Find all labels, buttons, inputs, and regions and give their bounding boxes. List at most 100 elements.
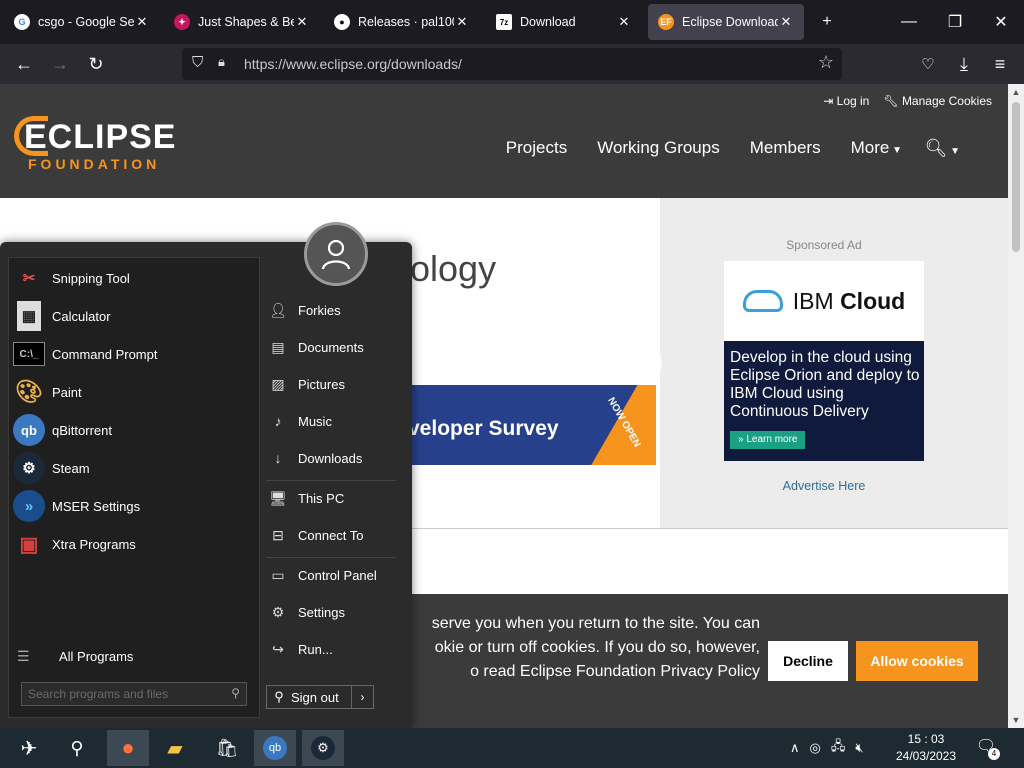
sign-out-button[interactable]: ⚲ Sign out › (266, 685, 374, 709)
main-nav: Projects Working Groups Members More ▼ (506, 138, 902, 158)
program-steam[interactable]: ⚙ Steam (13, 450, 253, 486)
chevron-up-icon[interactable]: ∧ (790, 740, 800, 756)
new-tab-button[interactable]: + (804, 0, 850, 44)
ibm-cloud-ad[interactable]: IBM Cloud Develop in the cloud using Ecl… (724, 261, 924, 461)
arrow-right-icon: → (51, 53, 69, 74)
all-programs-button[interactable]: ☰ All Programs (17, 648, 133, 665)
back-button[interactable]: ← (10, 50, 38, 78)
menu-button[interactable]: ≡ (986, 50, 1014, 78)
decline-cookies-button[interactable]: Decline (768, 641, 848, 681)
scroll-down-icon[interactable]: ▼ (1008, 712, 1024, 728)
manage-cookies-link[interactable]: 🔧︎ Manage Cookies (883, 94, 992, 108)
allow-cookies-button[interactable]: Allow cookies (856, 641, 978, 681)
taskbar-firefox[interactable]: ● (107, 730, 149, 766)
place-label: Music (298, 413, 332, 429)
notification-center-button[interactable]: 🗨︎ 4 (972, 736, 1000, 760)
taskbar-store[interactable]: 🛍︎ (206, 730, 248, 766)
program-xtra-programs[interactable]: ▣ Xtra Programs (13, 526, 253, 562)
program-qbittorrent[interactable]: qb qBittorrent (13, 412, 253, 448)
user-avatar[interactable] (304, 222, 368, 286)
scroll-up-icon[interactable]: ▲ (1008, 84, 1024, 100)
nav-working-groups[interactable]: Working Groups (597, 138, 720, 158)
forward-button[interactable]: → (46, 50, 74, 78)
close-icon[interactable]: ✕ (134, 14, 150, 30)
mser-icon: » (13, 490, 45, 522)
place-downloads[interactable]: ↓ Downloads (268, 445, 398, 471)
page-scrollbar[interactable]: ▲ ▼ (1008, 84, 1024, 728)
search-icon[interactable]: ⚲ (231, 686, 240, 700)
program-calculator[interactable]: ▦ Calculator (13, 298, 253, 334)
downloads-button[interactable]: ⤓ (950, 50, 978, 78)
program-label: Steam (52, 460, 90, 476)
ad-learn-more-button[interactable]: » Learn more (730, 431, 806, 449)
github-icon: ● (334, 14, 350, 30)
place-label: Documents (298, 339, 364, 355)
program-mser-settings[interactable]: » MSER Settings (13, 488, 253, 524)
logo-title[interactable]: ECLIPSE (24, 118, 176, 157)
place-this-pc[interactable]: 🖥︎ This PC (268, 485, 398, 511)
maximize-button[interactable]: ❐ (932, 0, 978, 44)
nav-members[interactable]: Members (750, 138, 821, 158)
program-search-input[interactable] (28, 686, 218, 702)
tab-google-search[interactable]: G csgo - Google Search ✕ (4, 4, 160, 40)
program-snipping-tool[interactable]: ✂ Snipping Tool (13, 260, 253, 296)
site-search-button[interactable]: 🔍︎ ▼ (924, 138, 960, 159)
url-bar[interactable]: ⛉ 🔒︎ https://www.eclipse.org/downloads/ … (182, 48, 842, 80)
place-connect-to[interactable]: ⊟ Connect To (268, 522, 398, 548)
nav-more[interactable]: More ▼ (851, 138, 902, 158)
shield-icon[interactable]: ⛉ (192, 54, 203, 71)
place-control-panel[interactable]: ▭ Control Panel (268, 562, 398, 588)
palette-icon: 🎨︎ (15, 379, 43, 404)
close-icon[interactable]: ✕ (454, 14, 470, 30)
advertise-here-link[interactable]: Advertise Here (724, 479, 924, 493)
program-search-box[interactable]: ⚲ (21, 682, 247, 706)
caret-down-icon: ▼ (947, 146, 960, 157)
bookmark-star-icon[interactable]: ☆ (818, 52, 834, 73)
close-icon[interactable]: ✕ (616, 14, 632, 30)
taskbar-steam[interactable]: ⚙ (302, 730, 344, 766)
steam-icon: ⚙ (13, 452, 45, 484)
close-window-button[interactable]: ✕ (978, 0, 1024, 44)
pocket-button[interactable]: ♡ (914, 50, 942, 78)
taskbar-qbittorrent[interactable]: qb (254, 730, 296, 766)
close-icon[interactable]: ✕ (778, 14, 794, 30)
tab-just-shapes[interactable]: ✦ Just Shapes & Beats ✕ (164, 4, 320, 40)
store-icon: 🛍︎ (215, 737, 239, 758)
minimize-button[interactable]: — (886, 0, 932, 44)
scroll-thumb[interactable] (1012, 102, 1020, 252)
user-folder-icon: 👤︎ (269, 301, 287, 318)
tab-title: Eclipse Downloads | The Eclipse Foundati… (682, 15, 778, 29)
clock[interactable]: 15 : 03 24/03/2023 (886, 731, 966, 765)
chevron-right-icon[interactable]: › (351, 686, 373, 708)
search-button[interactable]: ⚲ (56, 730, 98, 766)
place-music[interactable]: ♪ Music (268, 408, 398, 434)
network-icon[interactable]: 🖧︎ (831, 737, 846, 759)
hero-arrow-shape (626, 198, 662, 528)
nav-projects[interactable]: Projects (506, 138, 567, 158)
steam-icon: ⚙ (311, 736, 335, 760)
place-run[interactable]: ↪ Run... (268, 636, 398, 662)
place-forkies[interactable]: 👤︎ Forkies (268, 297, 398, 323)
place-documents[interactable]: ▤ Documents (268, 334, 398, 360)
reload-button[interactable]: ↻ (82, 50, 110, 78)
place-settings[interactable]: ⚙ Settings (268, 599, 398, 625)
taskbar-file-explorer[interactable]: ▰ (154, 730, 196, 766)
network-icon: ⊟ (272, 526, 284, 543)
place-label: Pictures (298, 376, 345, 392)
program-command-prompt[interactable]: C:\_ Command Prompt (13, 336, 253, 372)
tab-download[interactable]: 7z Download ✕ (486, 4, 642, 40)
gear-icon: ⚙ (271, 603, 285, 620)
close-icon[interactable]: ✕ (294, 14, 310, 30)
login-link[interactable]: ⇥ Log in (823, 94, 869, 108)
webcam-icon[interactable]: ◎ (810, 740, 821, 756)
lock-icon[interactable]: 🔒︎ (218, 54, 225, 70)
program-paint[interactable]: 🎨︎ Paint (13, 374, 253, 410)
url-text[interactable]: https://www.eclipse.org/downloads/ (244, 56, 462, 72)
logo-subtitle[interactable]: FOUNDATION (28, 156, 160, 172)
survey-banner[interactable]: veloper Survey NOW OPEN (380, 385, 656, 465)
tab-eclipse-downloads[interactable]: EF Eclipse Downloads | The Eclipse Found… (648, 4, 804, 40)
start-button[interactable]: ✈ (8, 730, 50, 766)
tab-github-releases[interactable]: ● Releases · pal1000/mesa-dist-win ✕ (324, 4, 480, 40)
place-pictures[interactable]: ▨ Pictures (268, 371, 398, 397)
volume-muted-icon[interactable]: 🔇︎ (855, 740, 863, 756)
